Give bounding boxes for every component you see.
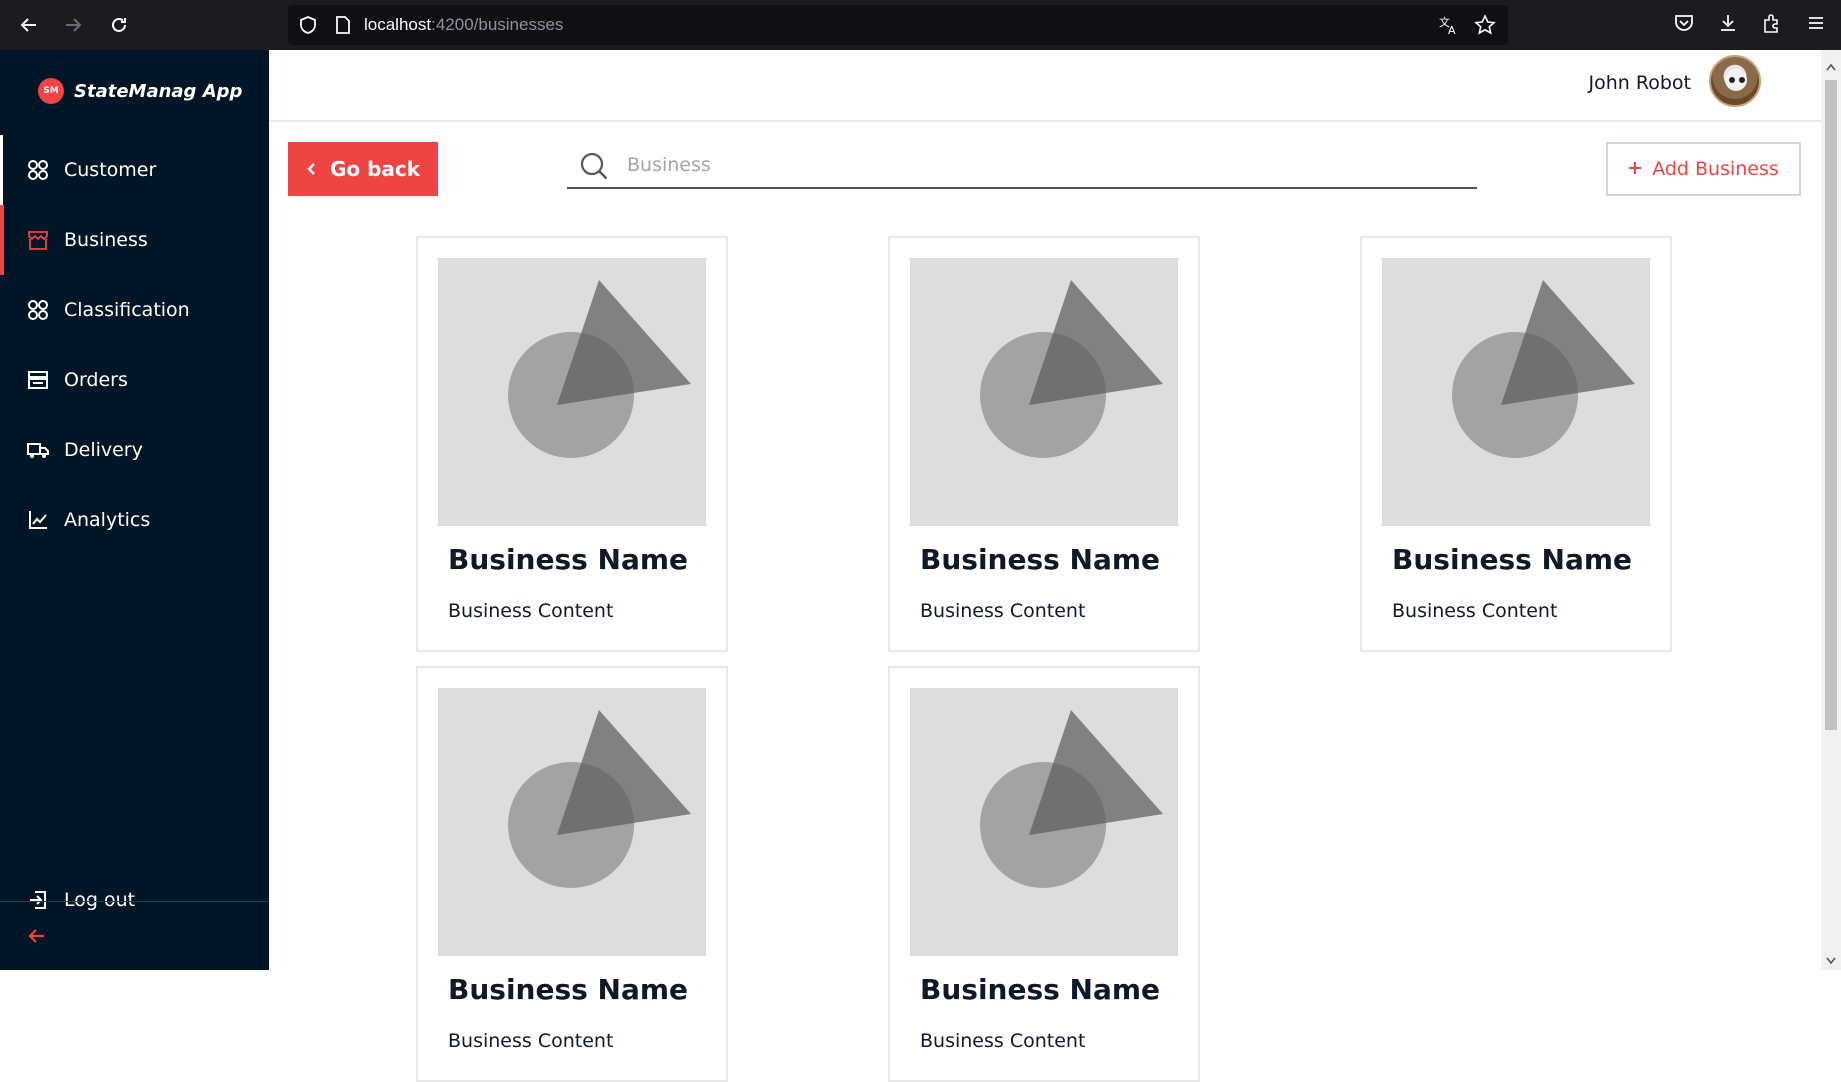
- card-content: Business Content: [920, 600, 1086, 622]
- add-business-button[interactable]: Add Business: [1606, 142, 1801, 196]
- sidebar-nav: Customer Business Classification Orders …: [0, 135, 269, 555]
- image-placeholder-icon: [438, 688, 706, 956]
- avatar[interactable]: [1709, 55, 1761, 107]
- plus-icon: [1628, 158, 1642, 180]
- cash-register-icon: [26, 368, 50, 392]
- reload-icon[interactable]: [104, 10, 134, 40]
- image-placeholder-icon: [1382, 258, 1650, 526]
- sidebar-item-business[interactable]: Business: [0, 205, 269, 275]
- image-placeholder-icon: [910, 258, 1178, 526]
- app-brand[interactable]: SM StateManag App: [38, 78, 242, 104]
- sidebar-item-label: Business: [64, 229, 148, 251]
- menu-icon[interactable]: [1805, 12, 1827, 38]
- store-icon: [26, 228, 50, 252]
- card-title: Business Name: [920, 973, 1161, 1006]
- collapse-sidebar-button[interactable]: [26, 925, 48, 951]
- card-title: Business Name: [448, 973, 689, 1006]
- bookmark-star-icon[interactable]: [1474, 14, 1496, 40]
- scroll-down-icon[interactable]: [1826, 950, 1836, 969]
- sidebar-item-label: Customer: [64, 159, 157, 181]
- sidebar-divider: [0, 901, 269, 902]
- pocket-icon[interactable]: [1673, 12, 1695, 38]
- browser-toolbar: localhost:4200/businesses 文A: [0, 0, 1841, 50]
- sidebar-item-classification[interactable]: Classification: [0, 275, 269, 345]
- download-icon[interactable]: [1717, 12, 1739, 38]
- grid-icon: [26, 298, 50, 322]
- search-input[interactable]: [627, 149, 1447, 181]
- translate-icon[interactable]: 文A: [1438, 14, 1460, 40]
- scrollbar-thumb[interactable]: [1825, 80, 1837, 730]
- avatar-eye: [1729, 77, 1735, 83]
- sidebar-item-label: Orders: [64, 369, 128, 391]
- sidebar: SM StateManag App Customer Business Clas…: [0, 50, 269, 970]
- business-card[interactable]: Business Name Business Content: [888, 236, 1200, 652]
- image-placeholder-icon: [910, 688, 1178, 956]
- business-card[interactable]: Business Name Business Content: [1360, 236, 1672, 652]
- svg-text:A: A: [1448, 24, 1456, 36]
- go-back-button[interactable]: Go back: [288, 142, 438, 196]
- page-icon: [334, 15, 352, 39]
- business-card[interactable]: Business Name Business Content: [888, 666, 1200, 1082]
- card-content: Business Content: [448, 1030, 614, 1052]
- brand-name: StateManag App: [74, 80, 243, 102]
- chevron-left-icon: [306, 157, 318, 181]
- sidebar-item-analytics[interactable]: Analytics: [0, 485, 269, 555]
- sidebar-item-label: Classification: [64, 299, 190, 321]
- chart-line-icon: [26, 508, 50, 532]
- card-title: Business Name: [920, 543, 1161, 576]
- sidebar-item-orders[interactable]: Orders: [0, 345, 269, 415]
- business-card[interactable]: Business Name Business Content: [416, 666, 728, 1082]
- user-name: John Robot: [1588, 72, 1691, 94]
- card-content: Business Content: [448, 600, 614, 622]
- avatar-eye: [1739, 77, 1745, 83]
- sidebar-item-customer[interactable]: Customer: [0, 135, 269, 205]
- address-bar[interactable]: localhost:4200/businesses 文A: [288, 5, 1508, 45]
- logout-icon: [26, 888, 50, 912]
- sidebar-item-label: Delivery: [64, 439, 143, 461]
- extensions-icon[interactable]: [1761, 12, 1783, 38]
- page-scrollbar[interactable]: [1821, 50, 1841, 970]
- business-card[interactable]: Business Name Business Content: [416, 236, 728, 652]
- url-text[interactable]: localhost:4200/businesses: [364, 15, 563, 35]
- image-placeholder-icon: [438, 258, 706, 526]
- card-title: Business Name: [1392, 543, 1633, 576]
- arrow-left-icon: [26, 929, 48, 951]
- top-header: John Robot: [269, 50, 1821, 122]
- sidebar-item-label: Analytics: [64, 509, 151, 531]
- url-host: localhost: [364, 15, 432, 34]
- card-content: Business Content: [1392, 600, 1558, 622]
- add-business-label: Add Business: [1652, 158, 1779, 180]
- card-content: Business Content: [920, 1030, 1086, 1052]
- truck-icon: [26, 438, 50, 462]
- search-icon: [579, 151, 609, 185]
- go-back-label: Go back: [329, 157, 421, 181]
- grid-icon: [26, 158, 50, 182]
- scroll-up-icon[interactable]: [1826, 56, 1836, 75]
- shield-icon[interactable]: [298, 15, 318, 39]
- sidebar-item-delivery[interactable]: Delivery: [0, 415, 269, 485]
- url-path: :4200/businesses: [431, 15, 564, 34]
- card-title: Business Name: [448, 543, 689, 576]
- search-field[interactable]: [567, 145, 1477, 189]
- logout-label: Log out: [64, 889, 136, 911]
- forward-arrow-icon[interactable]: [58, 10, 88, 40]
- back-arrow-icon[interactable]: [14, 10, 44, 40]
- brand-logo: SM: [38, 78, 64, 104]
